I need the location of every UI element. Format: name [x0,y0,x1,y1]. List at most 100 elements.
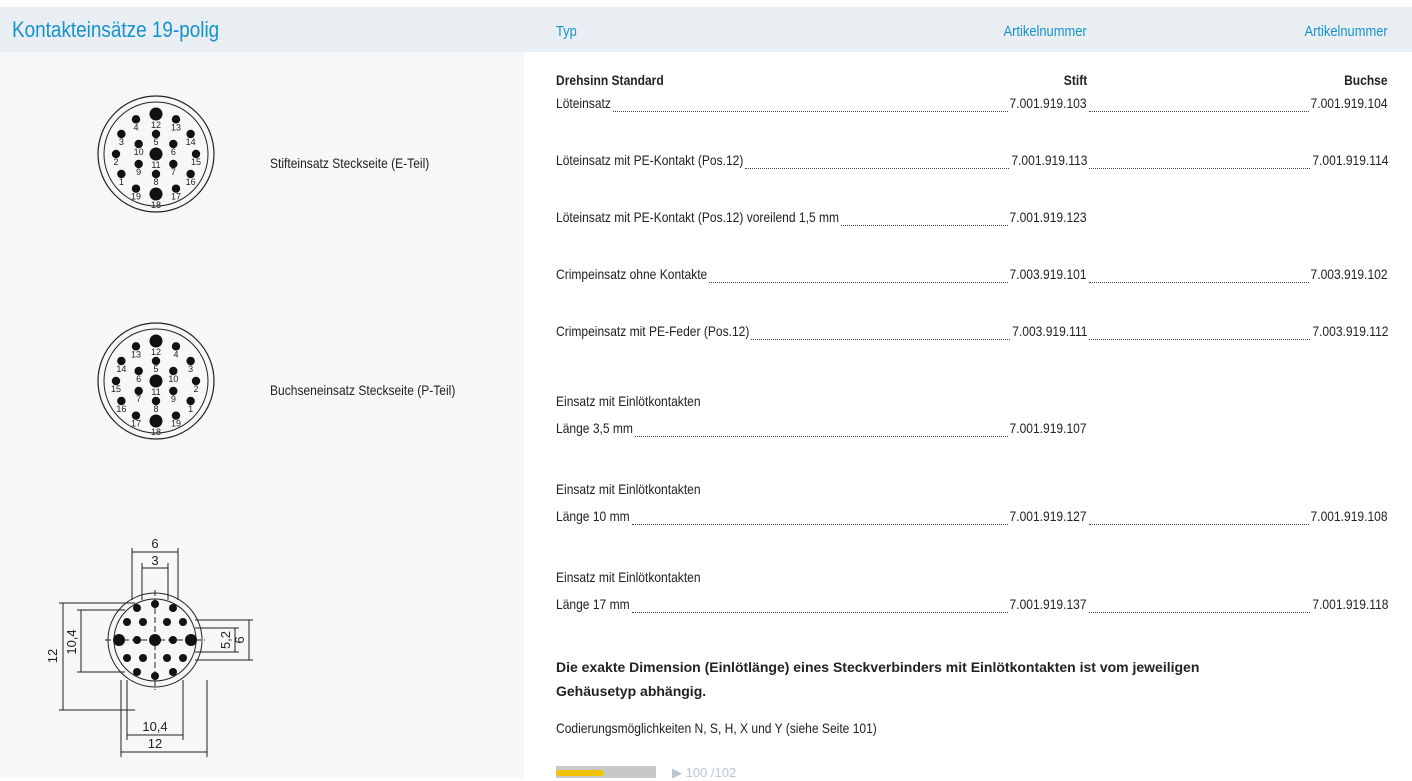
leader-dots-buchse [1089,612,1310,613]
socket-insert-contact-number: 6 [136,374,141,384]
dimension-contact [123,618,131,626]
row-text: Länge 10 mm [556,508,630,524]
pin-insert-contact-number: 11 [151,160,160,170]
table-row: Länge 10 mm 7.001.919.127 7.001.919.108 [556,508,1388,528]
column-header-artikelnummer-stift: Artikelnummer [1003,23,1087,40]
article-number-buchse: 7.001.919.114 [1311,152,1388,168]
socket-insert-contact [149,414,163,428]
leader-dots-buchse [1089,168,1310,169]
pin-insert-contact-number: 1 [119,177,124,187]
leader-dots-buchse [1089,282,1309,283]
page-reference: ▶ 100 /102 [672,765,737,780]
pin-insert-contact-number: 3 [119,137,124,147]
socket-insert-contact-number: 18 [151,427,161,437]
row-heading: Einsatz mit Einlötkontakten [556,481,1388,501]
leader-dots-buchse [1089,339,1310,340]
socket-insert-contact [149,374,163,388]
pin-insert-contact-number: 5 [153,137,158,147]
row-heading: Einsatz mit Einlötkontakten [556,393,1388,413]
leader-dots-buchse [1089,111,1309,112]
section-label: Drehsinn Standard [556,72,664,88]
socket-insert-contact [149,334,163,348]
stift-header: Stift [1063,72,1087,88]
pin-insert-contact-number: 16 [186,177,196,187]
socket-insert-contact-number: 4 [173,349,178,359]
pin-insert-contact-number: 2 [113,157,118,167]
pin-insert-contact-number: 9 [136,167,141,177]
leader-dots-stift [631,524,1008,525]
article-number-stift: 7.001.919.113 [1010,152,1087,168]
dimension-contact [169,604,177,612]
dimension-contact [133,604,141,612]
article-number-stift: 7.001.919.107 [1010,420,1087,436]
socket-insert-contact-number: 7 [136,394,141,404]
pin-insert-diagram: 12 131415161718191234567891011 [97,95,215,213]
article-number-stift: 7.003.919.111 [1011,323,1087,339]
dim-label-6-right: 6 [232,636,247,643]
row-heading: Einsatz mit Einlötkontakten [556,569,1388,589]
socket-insert-contact-number: 17 [131,419,141,429]
pin-insert-contact-number: 19 [131,192,141,202]
dim-label-10-4-left: 10,4 [64,629,79,654]
pin-insert-label: Stifteinsatz Steckseite (E-Teil) [270,155,430,171]
dimension-contact [133,636,141,644]
page-indicator-bar [556,766,656,778]
dimension-contact [185,634,197,646]
column-header-typ: Typ [556,23,577,40]
socket-insert-contact-number: 10 [168,374,178,384]
article-number-buchse: 7.001.919.104 [1311,95,1388,111]
dimension-contact [169,668,177,676]
dimension-contact [151,672,159,680]
table-row: Crimpeinsatz ohne Kontakte 7.003.919.101 7… [556,266,1388,286]
pin-insert-contact-number: 4 [133,122,138,132]
dimension-contact [163,654,171,662]
socket-insert-contact-number: 12 [151,347,161,357]
pin-insert-contact [149,147,163,161]
section-header-row: Drehsinn Standard Stift Buchse [556,72,1388,92]
pin-insert-contact [149,107,163,121]
leader-dots-stift [631,612,1008,613]
leader-dots-stift [745,168,1009,169]
dimension-contact [123,654,131,662]
leader-dots-stift [709,282,1008,283]
row-heading-text: Einsatz mit Einlötkontakten [556,481,701,497]
socket-insert-diagram: 12131415161718191234567891011 [97,322,215,440]
table-row: Länge 17 mm 7.001.919.137 7.001.919.118 [556,596,1388,616]
buchse-header: Buchse [1344,72,1388,88]
pin-insert-contact-number: 13 [171,122,181,132]
leader-dots-buchse [1089,524,1309,525]
dimension-contact [179,654,187,662]
socket-insert-contact-number: 11 [151,387,160,397]
leader-dots-stift [751,339,1010,340]
socket-insert-contact-number: 8 [153,404,158,414]
row-text: Länge 17 mm [556,596,630,612]
article-number-buchse: 7.003.919.112 [1311,323,1388,339]
soldering-note: Die exakte Dimension (Einlötlänge) eines… [556,659,1200,699]
dimension-contact [139,654,147,662]
socket-insert-contact-number: 2 [193,384,198,394]
pin-insert-contact-number: 14 [186,137,196,147]
socket-insert-contact-number: 14 [116,364,126,374]
pin-insert-contact-number: 15 [191,157,201,167]
socket-insert-label: Buchseneinsatz Steckseite (P-Teil) [270,382,456,398]
article-number-stift: 7.001.919.103 [1010,95,1087,111]
article-number-stift: 7.001.919.127 [1010,508,1087,524]
socket-insert-contact-number: 19 [171,419,181,429]
row-text: Crimpeinsatz ohne Kontakte [556,266,708,282]
leader-dots-stift [612,111,1008,112]
dim-label-12-bottom: 12 [148,736,162,751]
socket-insert-contact-number: 9 [171,394,176,404]
dim-label-3: 3 [151,553,158,568]
row-text: Länge 3,5 mm [556,420,633,436]
dimension-contact [163,618,171,626]
dimension-contact [169,636,177,644]
dim-label-12-left: 12 [45,649,60,663]
dimension-contact [113,634,125,646]
pin-insert-contact-number: 18 [151,200,161,210]
dimension-drawing: 6 3 12 10,4 5,2 6 10,4 12 [45,536,253,757]
leader-dots-stift [634,436,1008,437]
dimension-contact [139,618,147,626]
header-bar: Kontakteinsätze 19-polig Typ Artikelnumm… [0,7,1412,52]
row-text: Crimpeinsatz mit PE-Feder (Pos.12) [556,323,750,339]
pin-insert-contact [149,187,163,201]
